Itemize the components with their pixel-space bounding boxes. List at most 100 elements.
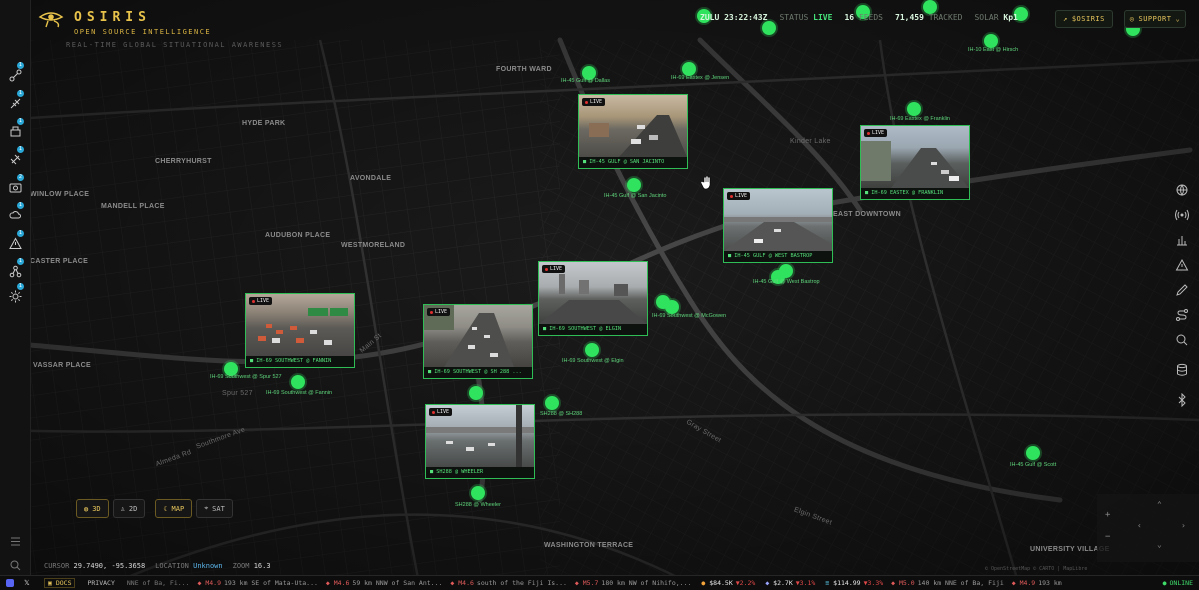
person-icon: ♙ [120,504,125,513]
camera-icon [9,183,22,193]
zoom-label: ZOOM [232,562,250,570]
sidebar-layer-network[interactable]: 1 [9,62,24,82]
solar-label: SOLAR [974,13,999,22]
map-label: AVONDALE [350,175,392,182]
pan-right-icon[interactable]: › [1181,521,1186,530]
quake-location: 59 km NNW of San Ant... [352,579,443,587]
sidebar-layer-alerts[interactable]: 1 [9,230,24,249]
map-label: WINLOW PLACE [30,191,90,198]
feeds-label: FEEDS [858,13,883,22]
privacy-link[interactable]: PRIVACY [87,579,114,587]
map-navigation-pad: + − ⌃ ‹ › ⌄ [1097,494,1199,562]
pan-left-icon[interactable]: ‹ [1137,521,1142,530]
camera-pin[interactable] [923,0,937,14]
ticker-item[interactable]: ◆ M5.7 [575,579,598,587]
alert-triangle-icon[interactable] [1175,258,1189,272]
pan-down-icon[interactable]: ⌄ [1157,540,1162,549]
x-icon[interactable]: 𝕏 [24,579,32,587]
camera-card[interactable]: LIVE ■ IH-69 SOUTHWEST @ SH 288 ... [423,304,533,379]
camera-card[interactable]: LIVE ■ IH-69 SOUTHWEST @ ELGIN [538,261,648,336]
camera-card[interactable]: LIVE ■ SH288 @ WHEELER [425,404,535,479]
map-label: VASSAR PLACE [33,362,91,369]
map-style-button[interactable]: ☾ MAP [155,499,193,518]
market-ticker[interactable]: ● $84.5K ▼2.2% [701,579,755,587]
camera-pin[interactable] [779,264,793,278]
network-icon [9,69,22,82]
sidebar-layer-space-weather[interactable]: 1 [9,283,24,303]
map-label: MANDELL PLACE [101,203,165,210]
ticker-item[interactable]: ◆ M4.6 [326,579,349,587]
brand-logo[interactable]: OSIRIS OPEN SOURCE INTELLIGENCE [38,10,211,36]
camera-pin[interactable] [627,178,641,192]
camera-pin[interactable] [665,300,679,314]
zoom-out-button[interactable]: − [1105,532,1110,542]
docs-link[interactable]: ▣ DOCS [44,578,76,588]
map-label: HYDE PARK [242,120,286,127]
zoom-in-button[interactable]: + [1105,510,1110,520]
camera-pin-label: SH288 @ Wheeler [455,502,501,508]
bluetooth-icon[interactable] [1175,393,1189,407]
route-icon[interactable] [1175,308,1189,322]
camera-pin[interactable] [762,21,776,35]
ticker-item[interactable]: ◆ M4.9 [198,579,221,587]
ticker-item[interactable]: ◆ M5.0 [891,579,914,587]
search-icon[interactable] [1175,333,1189,347]
camera-pin[interactable] [984,34,998,48]
market-price: $2.7K [773,579,793,587]
camera-pin[interactable] [682,62,696,76]
map-label: Kinder Lake [790,138,831,145]
sidebar-layer-cameras[interactable]: 2 [9,174,24,193]
eye-of-horus-icon [38,12,64,28]
camera-card[interactable]: LIVE ■ IH-45 GULF @ WEST BASTROP [723,188,833,263]
sidebar-layer-satellites[interactable]: 1 [9,146,24,165]
camera-pin-label: IH-45 Gulf @ Scott [1010,462,1057,468]
map-label: FOURTH WARD [496,66,552,73]
camera-pin[interactable] [469,386,483,400]
solar-value: Kp1 [1003,13,1018,22]
camera-title: ■ IH-69 SOUTHWEST @ ELGIN [543,326,622,332]
pencil-icon[interactable] [1175,283,1189,297]
view-label: 2D [128,504,138,513]
token-button[interactable]: ↗ $OSIRIS [1055,10,1113,28]
support-button[interactable]: ◎ SUPPORT ⌄ [1124,10,1186,28]
camera-card[interactable]: LIVE ■ IH-69 EASTEX @ FRANKLIN [860,125,970,200]
view-2d-button[interactable]: ♙ 2D [112,499,146,518]
sidebar-search[interactable] [9,557,22,571]
cloud-icon [9,211,21,219]
plane-icon [10,98,21,109]
camera-feed: LIVE [424,305,532,367]
quake-magnitude: M4.9 [205,579,221,587]
sidebar-layer-infrastructure[interactable]: 1 [9,258,24,278]
camera-title: ■ IH-45 GULF @ WEST BASTROP [728,253,813,259]
camera-pin[interactable] [1026,446,1040,460]
sidebar-layer-flights[interactable]: 1 [9,90,24,109]
ticker-item[interactable]: ◆ M4.9 [1012,579,1035,587]
live-badge: LIVE [864,129,888,137]
camera-card[interactable]: LIVE ■ IH-45 GULF @ SAN JACINTO [578,94,688,169]
database-icon[interactable] [1175,363,1189,377]
camera-pin-label: IH-69 Eastex @ Franklin [890,116,950,122]
camera-card[interactable]: LIVE ■ IH-69 SOUTHWEST @ FANNIN [245,293,355,368]
camera-pin[interactable] [471,486,485,500]
camera-pin[interactable] [907,102,921,116]
market-ticker[interactable]: ◆ $2.7K ▼3.1% [765,579,815,587]
bar-chart-icon[interactable] [1175,233,1189,247]
camera-pin[interactable] [545,396,559,410]
sidebar-layer-weather[interactable]: 1 [9,202,24,220]
market-ticker[interactable]: ≡ $114.99 ▼3.3% [825,579,883,587]
camera-pin[interactable] [585,343,599,357]
pan-up-icon[interactable]: ⌃ [1157,500,1162,509]
view-3d-button[interactable]: ◍ 3D [76,499,109,518]
satellite-style-button[interactable]: ⌖ SAT [196,499,233,518]
sidebar-layer-vessels[interactable]: 1 [9,118,24,137]
broadcast-icon[interactable] [1175,208,1189,222]
quake-magnitude: M4.9 [1019,579,1036,587]
moon-icon: ☾ [163,504,168,513]
location-value: Unknown [193,562,223,570]
cursor-readout: CURSOR 29.7490, -95.3658 LOCATION Unknow… [44,562,271,570]
camera-pin[interactable] [291,375,305,389]
discord-icon[interactable] [6,579,14,587]
sidebar-menu[interactable] [9,533,22,546]
globe-icon[interactable] [1175,183,1189,197]
ticker-item[interactable]: ◆ M4.6 [450,579,473,587]
